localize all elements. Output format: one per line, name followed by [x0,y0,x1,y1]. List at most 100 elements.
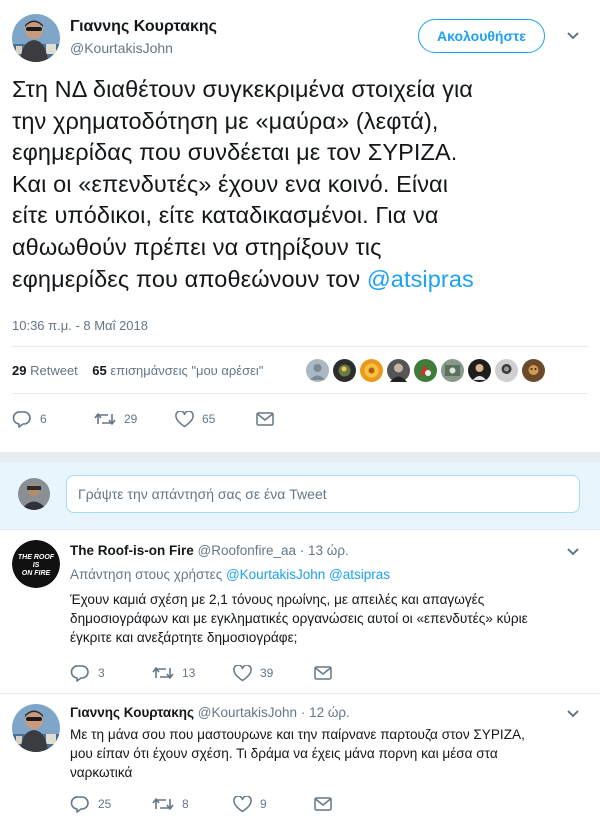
reply-actions: 3 13 39 [70,664,332,682]
reply-author-avatar[interactable]: THE ROOF IS ON FIRE [12,540,60,588]
current-user-avatar [18,478,50,510]
liker-avatar[interactable] [414,359,437,382]
reply-text: Με τη μάνα σου που μαστουρωνε και την πα… [70,725,570,783]
reply-text: Έχουν καμιά σχέση με 2,1 τόνους ηρωίνης,… [70,590,570,648]
retweet-icon[interactable] [152,796,174,812]
caret-down-icon[interactable] [566,547,580,557]
reply-composer: Γράψτε την απάντησή σας σε ένα Tweet [0,462,600,530]
reply-count: 25 [98,797,112,811]
retweet-label[interactable]: Retweet [30,363,78,378]
section-divider [0,452,600,462]
message-icon[interactable] [314,797,332,811]
retweet-count: 8 [182,797,189,811]
like-icon[interactable] [233,795,252,813]
reply-to-label: Απάντηση στους χρήστες [70,567,223,582]
message-icon[interactable] [314,666,332,680]
retweet-icon[interactable] [94,411,116,427]
liker-avatar[interactable] [441,359,464,382]
reply-action[interactable]: 3 [70,664,152,682]
tweet-text-line: αθωωθούν πρέπει να στηρίξουν τις [12,233,382,260]
reply-author-name[interactable]: The Roof-is-on Fire [70,543,194,558]
like-label[interactable]: επισημάνσεις "μου αρέσει" [110,363,263,378]
tweet-text-line: την χρηματοδότηση με «μαύρα» (λεφτά), [12,107,439,134]
caret-down-icon[interactable] [566,31,580,41]
reply-header: The Roof-is-on Fire @Roofonfire_aa · 13 … [70,543,349,558]
liker-avatars [306,359,545,385]
liker-avatar[interactable] [495,359,518,382]
liker-avatar[interactable] [306,359,329,382]
like-action[interactable]: 9 [233,795,314,813]
message-action[interactable] [314,797,332,811]
reply-text-line: μου είπαν ότι έχουν σχέση. Τι δράμα να έ… [70,746,498,762]
reply-action[interactable]: 25 [70,795,152,813]
reply-actions: 25 8 9 [70,795,332,813]
reply-author-avatar[interactable] [12,704,60,752]
like-icon[interactable] [233,664,252,682]
author-handle[interactable]: @KourtakisJohn [70,40,173,56]
reply-header: Γιαννης Κουρτακης @KourtakisJohn · 12 ώρ… [70,705,350,720]
tweet-actions: 6 29 65 [12,410,274,428]
divider [12,393,588,394]
retweet-action[interactable]: 13 [152,665,233,681]
reply-text-line: Με τη μάνα σου που μαστουρωνε και την πα… [70,727,525,742]
like-action[interactable]: 65 [175,410,256,428]
retweet-count: 13 [182,666,196,680]
liker-avatar[interactable] [333,359,356,382]
reply-text-line: έγκριτε και ανεξάρτητε δημοσιογράφε; [70,630,298,646]
liker-avatar[interactable] [522,359,545,382]
reply-text-line: δημοσιογράφων και με εγκληματικές οργανώ… [70,611,528,627]
tweet-text: Στη ΝΔ διαθέτουν συγκεκριμένα στοιχεία γ… [12,74,592,295]
liker-avatar[interactable] [468,359,491,382]
reply-text-line: ναρκωτικά [70,765,133,781]
reply-author-handle[interactable]: @KourtakisJohn [198,705,297,720]
reply-text-line: Έχουν καμιά σχέση με 2,1 τόνους ηρωίνης,… [70,592,485,607]
caret-down-icon[interactable] [566,709,580,719]
message-action[interactable] [314,666,332,680]
follow-button[interactable]: Ακολουθήστε [418,19,545,53]
tweet-text-line: εφημερίδες που αποθεώνουν τον @atsipras [12,264,592,296]
retweet-icon[interactable] [152,665,174,681]
reply-tweet[interactable]: THE ROOF IS ON FIRE The Roof-is-on Fire … [0,530,600,693]
tweet-text-segment: εφημερίδες που αποθεώνουν τον [12,265,367,292]
reply-author-handle[interactable]: @Roofonfire_aa [198,543,297,558]
retweet-action[interactable]: 8 [152,796,233,812]
tweet-timestamp[interactable]: 10:36 π.μ. - 8 Μαΐ 2018 [12,318,148,333]
retweet-count[interactable]: 29 [12,363,26,378]
reply-time[interactable]: · 12 ώρ. [301,705,350,720]
reply-action[interactable]: 6 [12,410,94,428]
reply-to-line: Απάντηση στους χρήστες @KourtakisJohn @a… [70,567,390,582]
liker-avatar[interactable] [387,359,410,382]
reply-tweet[interactable]: Γιαννης Κουρτακης @KourtakisJohn · 12 ώρ… [0,694,600,828]
mention-link[interactable]: @atsipras [367,266,474,292]
reply-icon[interactable] [70,664,90,682]
mention-link[interactable]: @KourtakisJohn [226,567,325,582]
like-icon[interactable] [175,410,194,428]
reply-count: 6 [40,412,47,426]
like-count[interactable]: 65 [92,363,106,378]
retweet-action[interactable]: 29 [94,411,175,427]
reply-time[interactable]: · 13 ώρ. [300,543,349,558]
svg-text:IS: IS [33,562,40,569]
mention-link[interactable]: @atsipras [329,567,390,582]
like-count: 39 [260,666,274,680]
reply-icon[interactable] [70,795,90,813]
like-count: 9 [260,797,267,811]
tweet-text-line: Στη ΝΔ διαθέτουν συγκεκριμένα στοιχεία γ… [12,76,473,102]
liker-avatar[interactable] [360,359,383,382]
tweet-text-line: Και οι «επενδυτές» έχουν ενα κοινό. Είνα… [12,170,449,197]
svg-text:ON FIRE: ON FIRE [22,570,51,577]
author-avatar[interactable] [12,14,60,62]
like-count-action: 65 [202,412,216,426]
tweet-text-line: είτε υπόδικοι, είτε καταδικασμένοι. Για … [12,202,439,229]
message-icon[interactable] [256,412,274,426]
tweet-text-line: εφημερίδας που συνδέεται με τον ΣΥΡΙΖΑ. [12,139,458,166]
reply-icon[interactable] [12,410,32,428]
message-action[interactable] [256,412,274,426]
reply-author-name[interactable]: Γιαννης Κουρτακης [70,705,194,720]
engagement-stats: 29 Retweet 65 επισημάνσεις "μου αρέσει" [12,363,263,378]
like-action[interactable]: 39 [233,664,314,682]
reply-count: 3 [98,666,105,680]
reply-input[interactable]: Γράψτε την απάντησή σας σε ένα Tweet [66,475,580,513]
author-name[interactable]: Γιαννης Κουρτακης [70,18,217,36]
main-tweet: Γιαννης Κουρτακης @KourtakisJohn Ακολουθ… [0,0,600,444]
